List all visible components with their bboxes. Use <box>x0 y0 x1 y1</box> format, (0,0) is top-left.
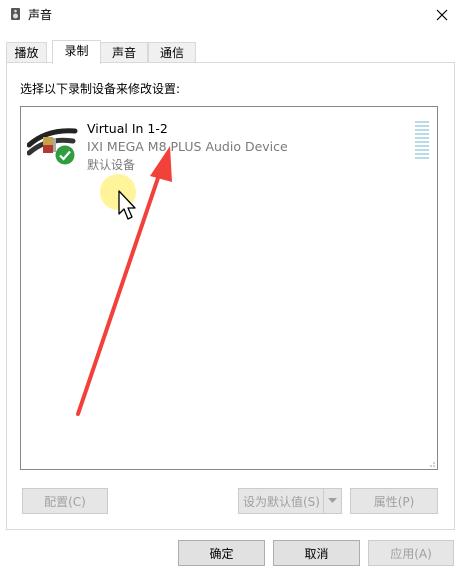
device-name: Virtual In 1-2 <box>87 121 168 136</box>
tab-communications[interactable]: 通信 <box>148 42 196 63</box>
tab-sounds[interactable]: 声音 <box>100 42 148 63</box>
set-default-dropdown[interactable] <box>323 489 341 513</box>
chevron-down-icon <box>328 498 337 503</box>
level-meter <box>415 121 429 159</box>
device-driver: IXI MEGA M8 PLUS Audio Device <box>87 139 288 154</box>
window-title: 声音 <box>28 8 53 22</box>
set-default-label: 设为默认值(S) <box>243 495 320 509</box>
speaker-icon <box>11 8 20 20</box>
close-button[interactable] <box>422 0 462 30</box>
resize-grip-icon <box>430 462 435 467</box>
configure-button[interactable]: 配置(C) <box>22 488 108 514</box>
instruction-text: 选择以下录制设备来修改设置: <box>20 82 181 96</box>
list-item[interactable]: Virtual In 1-2 IXI MEGA M8 PLUS Audio De… <box>23 109 433 172</box>
ok-button[interactable]: 确定 <box>178 540 265 566</box>
title-bar: 声音 <box>0 0 462 30</box>
apply-button[interactable]: 应用(A) <box>368 540 454 566</box>
tab-playback[interactable]: 播放 <box>6 42 47 63</box>
cancel-button[interactable]: 取消 <box>273 540 360 566</box>
device-status: 默认设备 <box>87 158 136 172</box>
device-list[interactable]: Virtual In 1-2 IXI MEGA M8 PLUS Audio De… <box>20 106 438 470</box>
mouse-cursor-icon <box>118 190 136 220</box>
close-icon <box>436 9 448 21</box>
set-default-button[interactable]: 设为默认值(S) <box>238 488 342 514</box>
check-badge-icon <box>55 145 75 165</box>
properties-button[interactable]: 属性(P) <box>350 488 438 514</box>
tab-recording[interactable]: 录制 <box>52 40 101 64</box>
sound-dialog: 声音 播放 录制 声音 通信 选择以下录制设备来修改设置: Virtual In… <box>0 0 462 581</box>
